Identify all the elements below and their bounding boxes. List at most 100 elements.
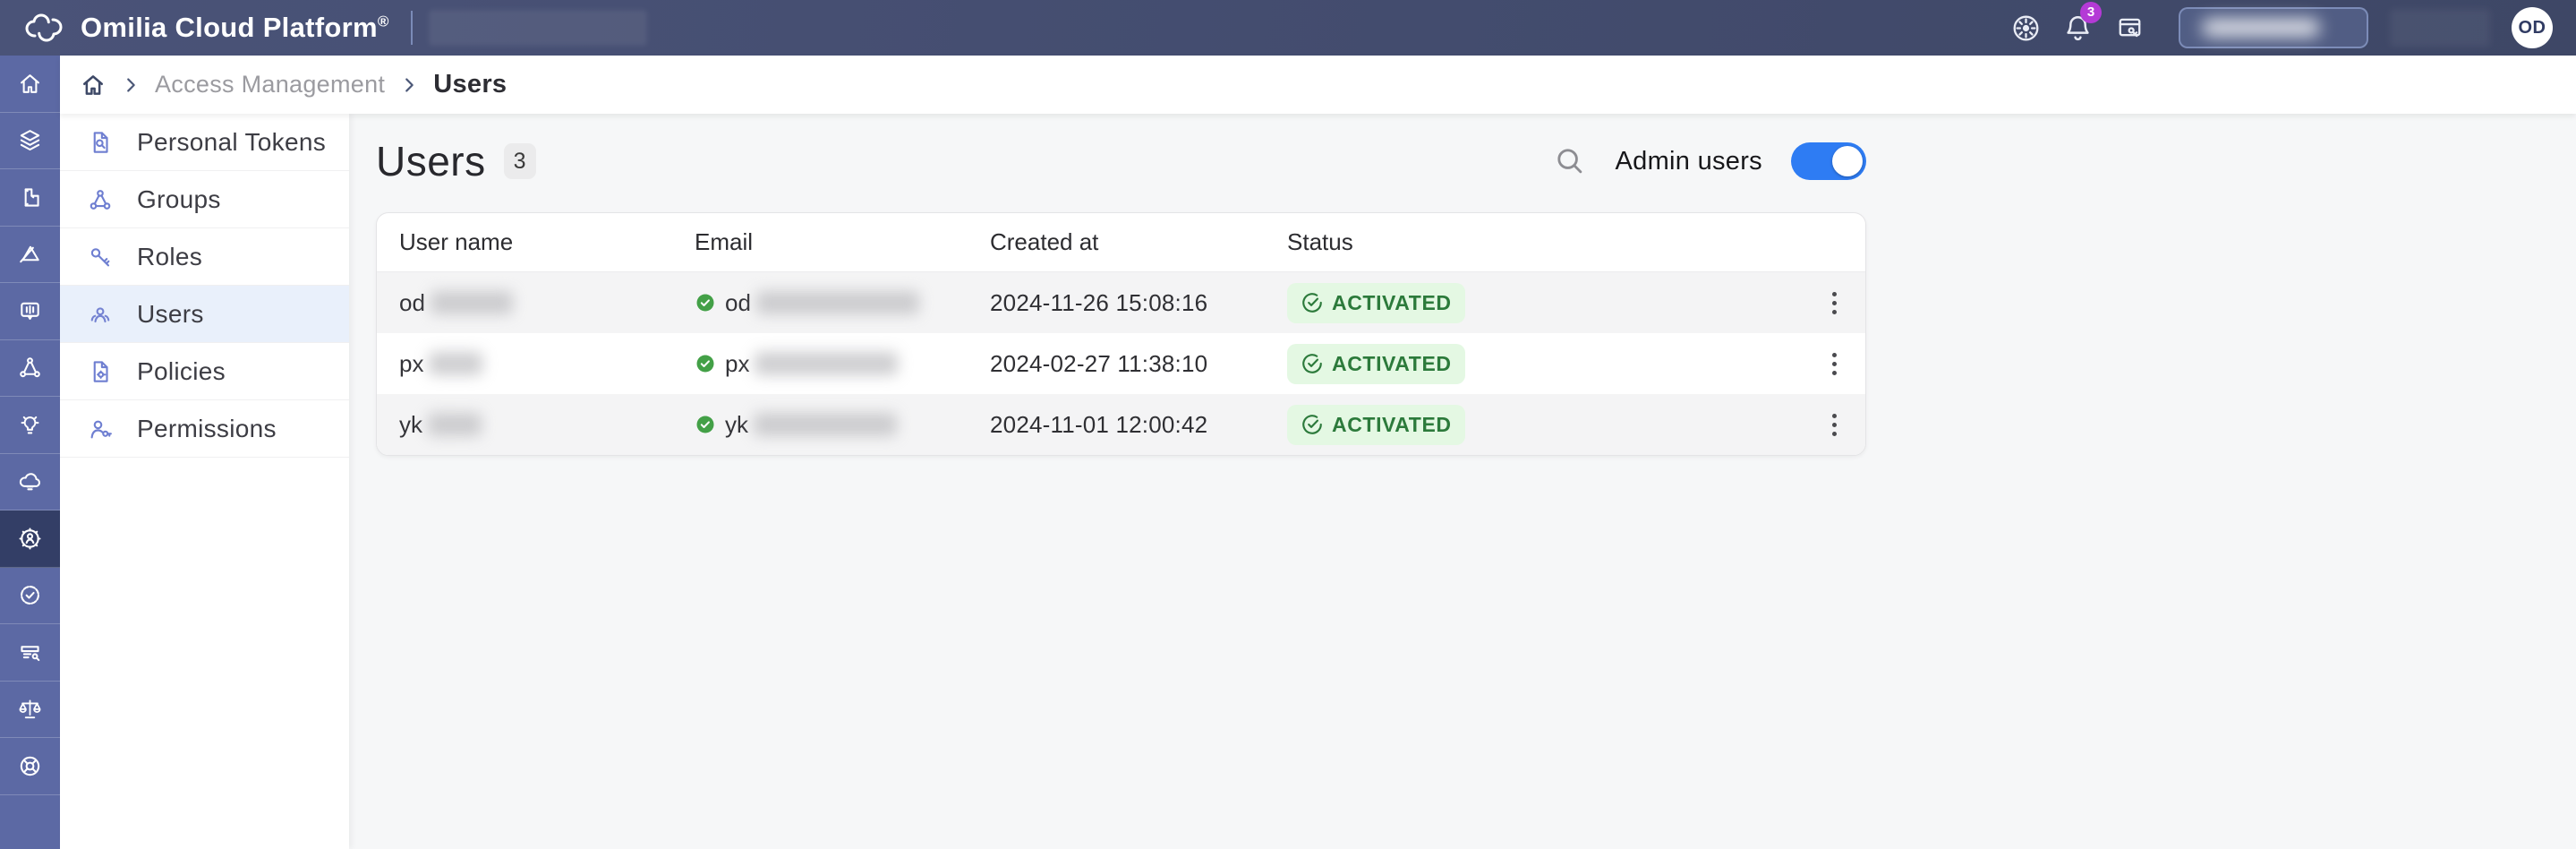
rail-item-scales[interactable] xyxy=(0,682,60,739)
sidebar-item-label: Groups xyxy=(137,185,221,214)
prism-icon xyxy=(17,241,43,267)
username-cell: px xyxy=(377,350,672,378)
page-header-row: Users 3 Admin users xyxy=(376,137,1866,185)
notification-count-badge: 3 xyxy=(2080,2,2102,23)
access-management-sidebar: Personal Tokens Groups Roles Users xyxy=(60,114,349,849)
sidebar-item-label: Personal Tokens xyxy=(137,128,326,157)
rail-item-graph[interactable] xyxy=(0,340,60,398)
breadcrumb-home-icon[interactable] xyxy=(80,72,107,99)
sidebar-item-personal-tokens[interactable]: Personal Tokens xyxy=(60,114,349,171)
redacted-email xyxy=(756,291,919,314)
rail-item-access-management[interactable] xyxy=(0,510,60,568)
verified-badge-icon xyxy=(695,292,716,313)
redacted-username xyxy=(428,413,482,436)
badge-check-icon xyxy=(17,582,43,608)
rail-item-voice-chat[interactable] xyxy=(0,283,60,340)
sidebar-item-label: Users xyxy=(137,300,204,329)
sidebar-item-label: Permissions xyxy=(137,415,277,443)
rail-item-support[interactable] xyxy=(0,738,60,795)
lightbulb-icon xyxy=(17,412,43,438)
cloud-icon xyxy=(17,468,43,494)
registered-mark: ® xyxy=(378,13,389,30)
rail-item-machine-tools[interactable] xyxy=(0,624,60,682)
table-row[interactable]: od od 2024-11-26 15:08:16 ACTIVATED xyxy=(377,272,1865,333)
window-key-icon xyxy=(2115,13,2145,43)
admin-users-toggle[interactable] xyxy=(1791,142,1866,180)
graph-icon xyxy=(17,355,43,381)
created-at-cell: 2024-02-27 11:38:10 xyxy=(968,350,1265,378)
brand-title: Omilia Cloud Platform® xyxy=(81,12,389,44)
status-cell: ACTIVATED xyxy=(1265,405,1803,445)
rail-item-cloud[interactable] xyxy=(0,454,60,511)
sidebar-item-users[interactable]: Users xyxy=(60,286,349,343)
sidebar-item-roles[interactable]: Roles xyxy=(60,228,349,286)
scales-icon xyxy=(17,696,43,722)
users-icon xyxy=(87,301,114,328)
sidebar-item-groups[interactable]: Groups xyxy=(60,171,349,228)
rail-item-prism[interactable] xyxy=(0,227,60,284)
created-at-cell: 2024-11-01 12:00:42 xyxy=(968,411,1265,439)
sidebar-item-permissions[interactable]: Permissions xyxy=(60,400,349,458)
groups-icon xyxy=(87,186,114,213)
apps-settings-button[interactable] xyxy=(2011,13,2041,43)
rail-item-layers[interactable] xyxy=(0,113,60,170)
brand: Omilia Cloud Platform® xyxy=(0,12,389,44)
user-avatar[interactable]: OD xyxy=(2512,7,2553,48)
column-header-email: Email xyxy=(672,228,968,256)
row-actions-kebab[interactable] xyxy=(1823,283,1846,323)
breadcrumb-access-management[interactable]: Access Management xyxy=(155,71,385,99)
search-button[interactable] xyxy=(1553,144,1587,178)
search-icon xyxy=(1553,144,1587,178)
topbar-actions: 3 OD xyxy=(2011,7,2576,48)
top-bar: Omilia Cloud Platform® 3 xyxy=(0,0,2576,56)
main-content: Users 3 Admin users User name xyxy=(349,114,2576,849)
email-cell: px xyxy=(672,350,968,378)
email-cell: yk xyxy=(672,411,968,439)
apps-settings-icon xyxy=(2011,13,2041,43)
redacted-email xyxy=(755,352,898,375)
redacted-email xyxy=(754,413,897,436)
redacted-button-label xyxy=(2202,19,2320,37)
username-cell: yk xyxy=(377,411,672,439)
verified-badge-icon xyxy=(695,414,716,435)
redacted-header-button[interactable] xyxy=(2179,7,2368,48)
redacted-tenant-name xyxy=(429,10,647,46)
column-header-created-at: Created at xyxy=(968,228,1265,256)
check-circle-icon xyxy=(1301,352,1324,375)
nav-rail-filler xyxy=(0,795,60,849)
sidebar-item-label: Roles xyxy=(137,243,202,271)
nav-rail xyxy=(0,56,60,849)
table-row[interactable]: px px 2024-02-27 11:38:10 ACTIVATED xyxy=(377,333,1865,394)
breadcrumb-current-users: Users xyxy=(433,70,507,99)
row-actions-kebab[interactable] xyxy=(1823,405,1846,445)
status-cell: ACTIVATED xyxy=(1265,344,1803,384)
lifebuoy-icon xyxy=(17,753,43,779)
row-actions-kebab[interactable] xyxy=(1823,344,1846,384)
breadcrumb: Access Management Users xyxy=(60,56,2576,114)
column-header-status: Status xyxy=(1265,228,1803,256)
rail-item-badge-check[interactable] xyxy=(0,568,60,625)
person-key-icon xyxy=(87,416,114,442)
sidebar-item-label: Policies xyxy=(137,357,226,386)
column-header-user-name: User name xyxy=(377,228,672,256)
blocks-icon xyxy=(17,184,43,210)
page-title: Users xyxy=(376,137,486,185)
redacted-username xyxy=(431,291,513,314)
status-badge: ACTIVATED xyxy=(1287,283,1465,323)
rail-item-lightbulb[interactable] xyxy=(0,397,60,454)
layers-icon xyxy=(17,127,43,153)
rail-item-blocks[interactable] xyxy=(0,169,60,227)
chevron-right-icon xyxy=(399,75,419,95)
sidebar-item-policies[interactable]: Policies xyxy=(60,343,349,400)
table-header-row: User name Email Created at Status xyxy=(377,213,1865,272)
created-at-cell: 2024-11-26 15:08:16 xyxy=(968,289,1265,317)
table-row[interactable]: yk yk 2024-11-01 12:00:42 ACTIVATED xyxy=(377,394,1865,455)
notifications-button[interactable]: 3 xyxy=(2062,13,2094,44)
window-key-button[interactable] xyxy=(2115,13,2145,43)
key-icon xyxy=(87,244,114,270)
rail-item-home[interactable] xyxy=(0,56,60,113)
status-badge: ACTIVATED xyxy=(1287,405,1465,445)
verified-badge-icon xyxy=(695,353,716,374)
access-management-icon xyxy=(17,526,43,552)
voice-chat-icon xyxy=(17,298,43,324)
